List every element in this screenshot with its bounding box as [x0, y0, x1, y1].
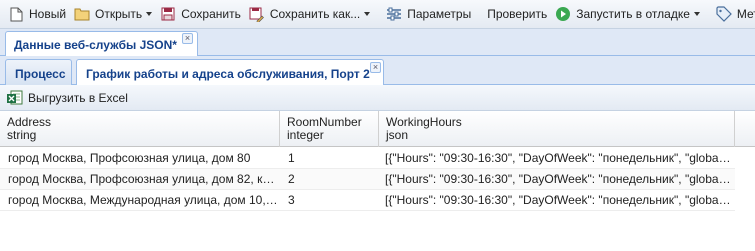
tab-schedule-port2[interactable]: График работы и адреса обслуживания, Пор… — [76, 59, 384, 86]
parameters-button[interactable]: Параметры — [382, 3, 475, 25]
tags-button[interactable]: Метки — [712, 3, 755, 25]
cell-roomnumber: 3 — [288, 193, 295, 207]
check-button[interactable]: Проверить — [483, 3, 551, 25]
close-tab-icon[interactable]: × — [182, 33, 193, 44]
column-type: integer — [287, 128, 324, 142]
header-filler — [735, 111, 755, 147]
column-type: json — [386, 128, 409, 142]
document-tab-strip: Данные веб-службы JSON* × — [0, 29, 755, 56]
export-excel-button[interactable]: Выгрузить в Excel — [6, 90, 128, 106]
save-button[interactable]: Сохранить — [156, 3, 245, 25]
main-toolbar: Новый Открыть Сохранить Сохранить как...… — [0, 0, 755, 29]
column-name: WorkingHours — [386, 115, 462, 129]
save-as-label: Сохранить как... — [269, 7, 361, 21]
play-icon — [555, 6, 571, 22]
column-header-workinghours[interactable]: WorkingHours json — [379, 111, 735, 147]
save-label: Сохранить — [181, 7, 241, 21]
excel-icon — [6, 90, 24, 106]
close-tab-icon[interactable]: × — [370, 62, 381, 73]
save-as-button[interactable]: Сохранить как... — [245, 3, 364, 25]
check-label: Проверить — [487, 7, 548, 21]
sub-tab-strip: Процесс График работы и адреса обслужива… — [0, 56, 755, 86]
column-type: string — [7, 128, 37, 142]
new-label: Новый — [29, 7, 67, 21]
open-button[interactable]: Открыть — [70, 3, 146, 25]
new-document-icon — [8, 6, 24, 22]
tab-json-web-service[interactable]: Данные веб-службы JSON* — [5, 31, 198, 56]
tags-label: Метки — [736, 7, 755, 21]
open-dropdown-arrow[interactable] — [146, 3, 152, 25]
tab-label: Данные веб-службы JSON* — [14, 38, 177, 52]
tag-icon — [716, 6, 732, 22]
save-icon — [160, 6, 176, 22]
column-name: Address — [7, 115, 52, 129]
table-row[interactable]: город Москва, Профсоюзная улица, дом 82,… — [0, 169, 735, 190]
tab-process[interactable]: Процесс — [5, 59, 72, 85]
table-row[interactable]: город Москва, Профсоюзная улица, дом 80 … — [0, 148, 735, 169]
parameters-icon — [386, 6, 402, 22]
tab-label: Процесс — [15, 67, 66, 81]
cell-workinghours: [{"Hours": "09:30-16:30", "DayOfWeek": "… — [385, 172, 731, 186]
cell-roomnumber: 2 — [288, 172, 295, 186]
new-button[interactable]: Новый — [4, 3, 70, 25]
column-header-address[interactable]: Address string — [0, 111, 280, 147]
open-label: Открыть — [95, 7, 143, 21]
grid-toolbar: Выгрузить в Excel — [0, 85, 755, 111]
tab-label: График работы и адреса обслуживания, Пор… — [86, 67, 370, 81]
export-excel-label: Выгрузить в Excel — [28, 90, 128, 105]
save-as-icon — [249, 6, 265, 22]
run-debug-label: Запустить в отладке — [576, 7, 690, 21]
run-debug-button[interactable]: Запустить в отладке — [551, 3, 694, 25]
cell-address: город Москва, Профсоюзная улица, дом 80 — [8, 151, 251, 165]
grid-header: Address string RoomNumber integer Workin… — [0, 111, 755, 147]
cell-roomnumber: 1 — [288, 151, 295, 165]
cell-workinghours: [{"Hours": "09:30-16:30", "DayOfWeek": "… — [385, 193, 731, 207]
run-debug-dropdown-arrow[interactable] — [694, 3, 700, 25]
cell-workinghours: [{"Hours": "09:30-16:30", "DayOfWeek": "… — [385, 151, 731, 165]
column-header-roomnumber[interactable]: RoomNumber integer — [280, 111, 379, 147]
folder-icon — [74, 6, 90, 22]
save-as-dropdown-arrow[interactable] — [364, 3, 370, 25]
parameters-label: Параметры — [407, 7, 472, 21]
cell-address: город Москва, Профсоюзная улица, дом 82,… — [8, 172, 280, 186]
cell-address: город Москва, Международная улица, дом 1… — [8, 193, 280, 207]
table-row[interactable]: город Москва, Международная улица, дом 1… — [0, 190, 735, 211]
